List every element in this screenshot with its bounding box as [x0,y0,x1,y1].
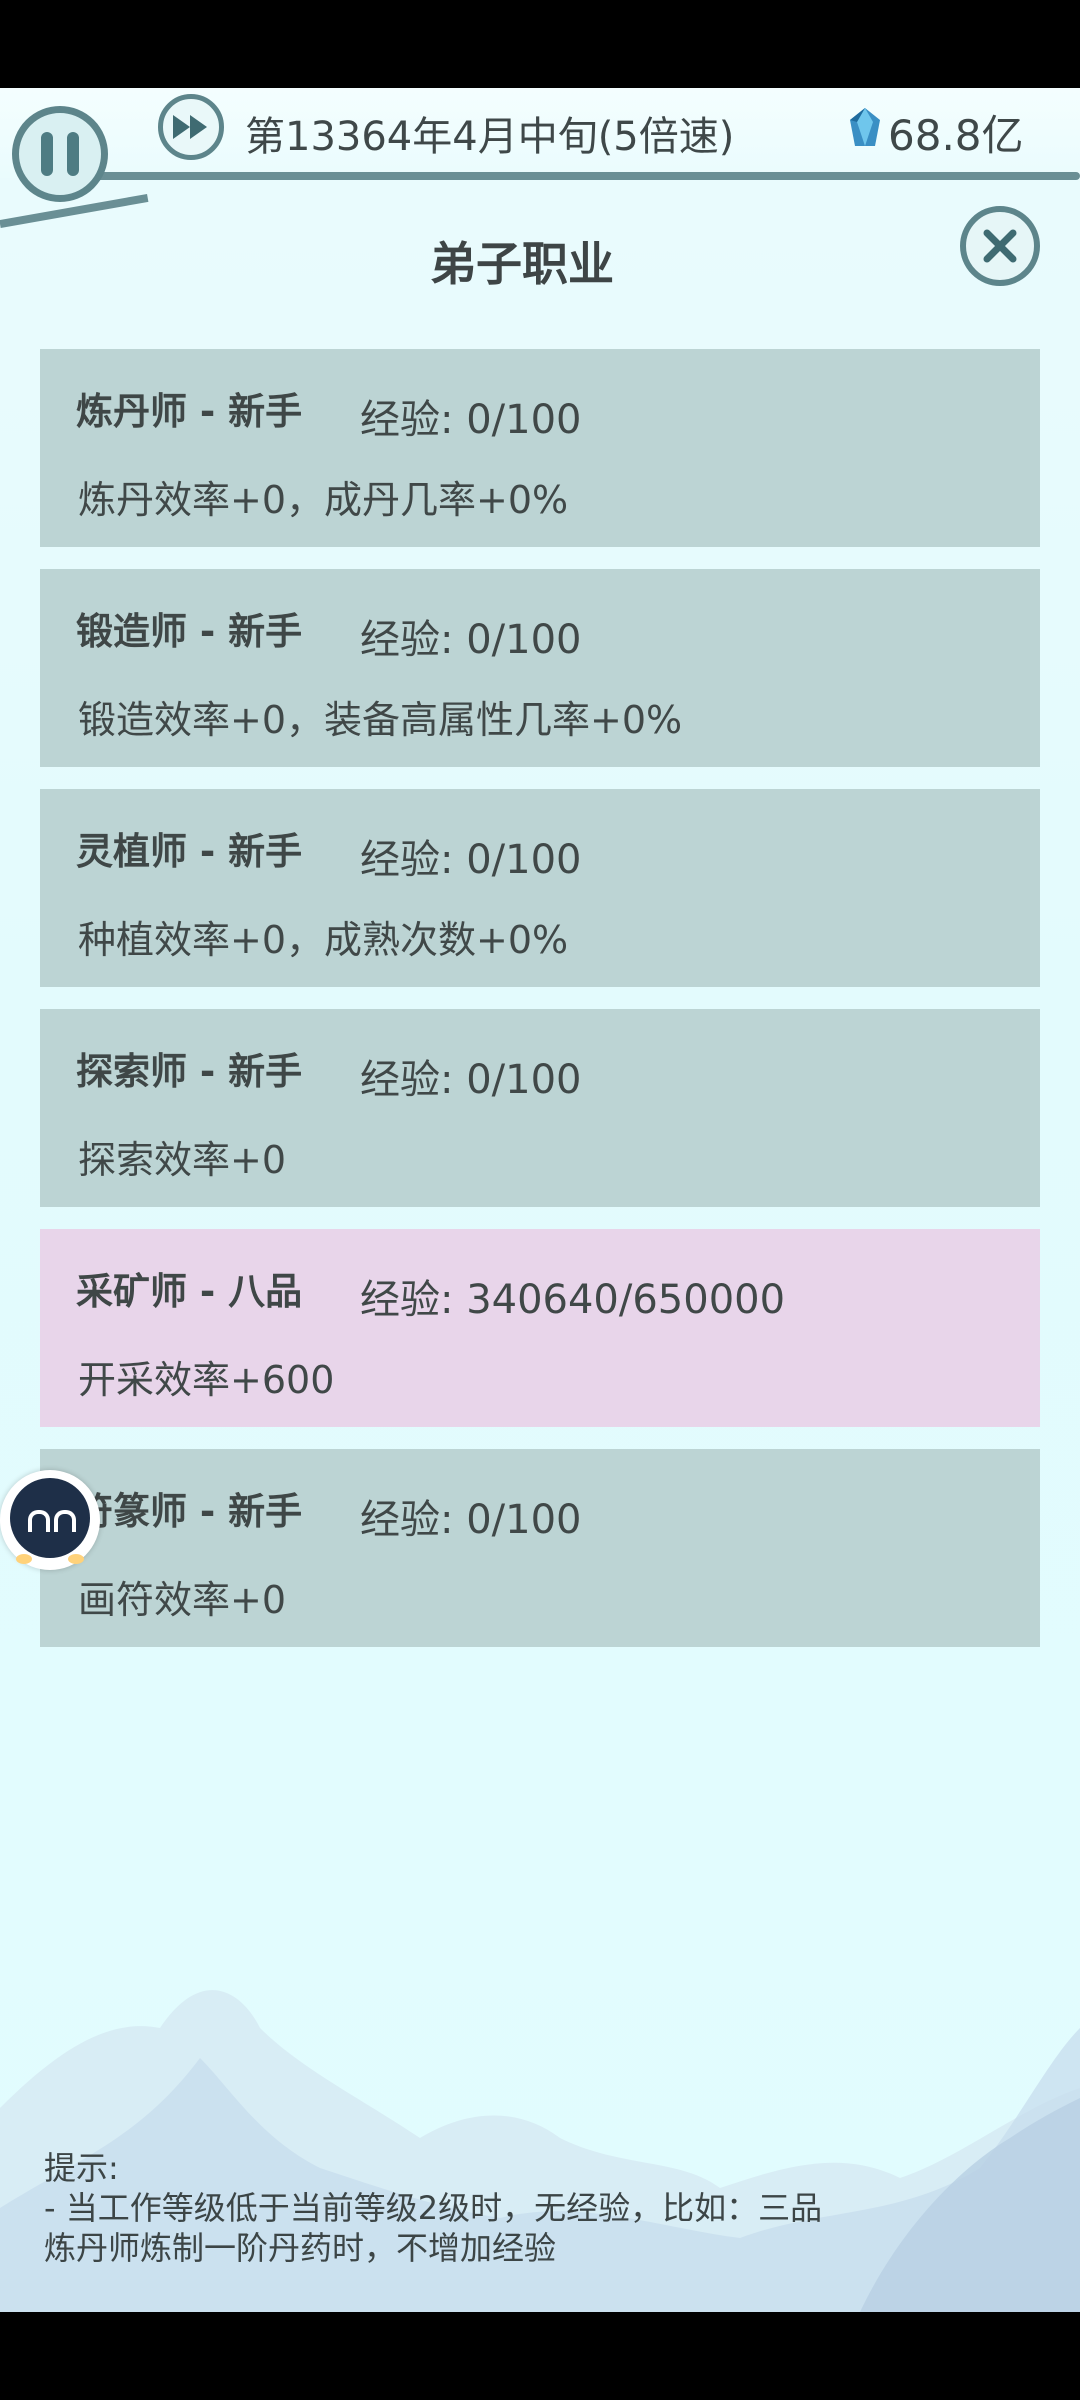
profession-effect: 开采效率+600 [78,1358,335,1402]
profession-exp: 经验: 0/100 [360,397,582,443]
profession-card-alchemist[interactable]: 炼丹师 - 新手 经验: 0/100 炼丹效率+0，成丹几率+0% [40,349,1040,547]
profession-card-miner[interactable]: 采矿师 - 八品 经验: 340640/650000 开采效率+600 [40,1229,1040,1427]
profession-effect: 种植效率+0，成熟次数+0% [78,918,569,962]
profession-name: 锻造师 - 新手 [76,610,303,653]
tips-panel: 提示: - 当工作等级低于当前等级2级时，无经验，比如：三品 炼丹师炼制一阶丹药… [44,2148,1044,2268]
tips-line: 炼丹师炼制一阶丹药时，不增加经验 [44,2229,557,2267]
status-bar [0,0,1080,88]
profession-name: 炼丹师 - 新手 [76,390,303,433]
profession-exp: 经验: 340640/650000 [360,1277,786,1323]
profession-effect: 锻造效率+0，装备高属性几率+0% [78,698,683,742]
profession-exp: 经验: 0/100 [360,1057,582,1103]
profession-effect: 探索效率+0 [78,1138,287,1182]
profession-exp: 经验: 0/100 [360,1497,582,1543]
fast-forward-icon [173,115,207,139]
profession-exp: 经验: 0/100 [360,837,582,883]
tips-line: - 当工作等级低于当前等级2级时，无经验，比如：三品 [44,2189,823,2227]
close-button[interactable] [960,206,1040,286]
profession-card-herbalist[interactable]: 灵植师 - 新手 经验: 0/100 种植效率+0，成熟次数+0% [40,789,1040,987]
profession-effect: 炼丹效率+0，成丹几率+0% [78,478,569,522]
fast-forward-button[interactable] [158,94,224,160]
game-date: 第13364年4月中旬(5倍速) [245,114,735,160]
profession-name: 采矿师 - 八品 [76,1270,303,1313]
profession-exp: 经验: 0/100 [360,617,582,663]
profession-name: 符篆师 - 新手 [76,1490,303,1533]
top-bar-divider [95,172,1080,180]
profession-card-blacksmith[interactable]: 锻造师 - 新手 经验: 0/100 锻造效率+0，装备高属性几率+0% [40,569,1040,767]
mascot-icon [10,1478,90,1564]
pause-button[interactable] [12,106,108,202]
floating-assistant-button[interactable] [0,1470,100,1570]
profession-card-explorer[interactable]: 探索师 - 新手 经验: 0/100 探索效率+0 [40,1009,1040,1207]
pause-icon [41,132,79,176]
profession-card-talisman-maker[interactable]: 符篆师 - 新手 经验: 0/100 画符效率+0 [40,1449,1040,1647]
profession-screen: 第13364年4月中旬(5倍速) 68.8亿 弟子职业 炼丹师 - 新手 经验:… [0,88,1080,2312]
spirit-stone-icon [850,108,880,146]
tips-heading: 提示: [44,2149,119,2187]
profession-list: 炼丹师 - 新手 经验: 0/100 炼丹效率+0，成丹几率+0% 锻造师 - … [40,349,1040,1669]
close-icon [983,229,1017,263]
profession-effect: 画符效率+0 [78,1578,287,1622]
page-title: 弟子职业 [430,237,614,291]
navigation-bar [0,2312,1080,2400]
spirit-stone-count: 68.8亿 [888,111,1024,160]
profession-name: 灵植师 - 新手 [76,830,303,873]
profession-name: 探索师 - 新手 [76,1050,303,1093]
